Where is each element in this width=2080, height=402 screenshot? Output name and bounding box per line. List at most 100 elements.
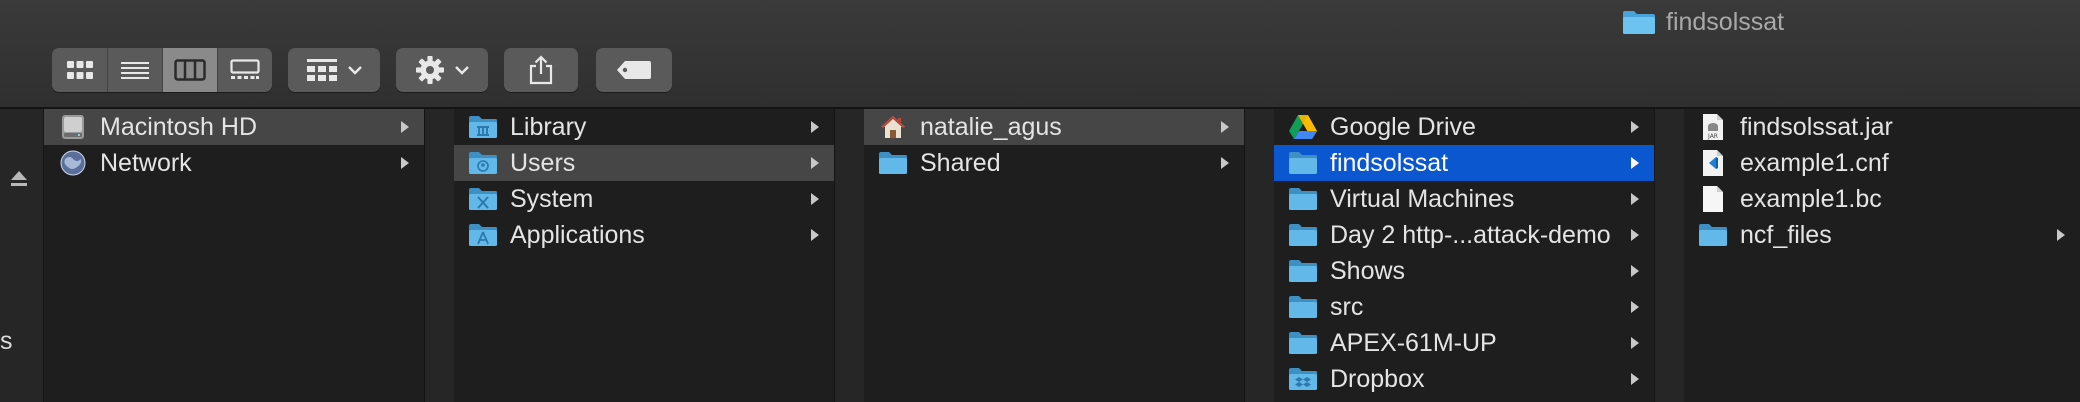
list-item-label: Shared bbox=[920, 148, 1001, 177]
chevron-right-icon bbox=[398, 120, 412, 134]
list-item[interactable]: JAR findsolssat.jar bbox=[1684, 109, 2080, 145]
list-item-label: ncf_files bbox=[1740, 220, 1832, 249]
folder-icon bbox=[1288, 222, 1318, 248]
column-users: natalie_agus Shared bbox=[864, 109, 1244, 402]
list-item[interactable]: Shows bbox=[1274, 253, 1654, 289]
group-icon bbox=[307, 59, 337, 81]
column-divider[interactable] bbox=[1654, 109, 1686, 402]
group-button[interactable] bbox=[288, 48, 380, 92]
chevron-down-icon bbox=[348, 66, 362, 75]
list-item-label: Network bbox=[100, 148, 192, 177]
list-item-label: natalie_agus bbox=[920, 112, 1062, 141]
dropbox-folder-icon bbox=[1288, 366, 1318, 392]
sidebar: s bbox=[0, 109, 44, 402]
folder-icon bbox=[1288, 294, 1318, 320]
list-item[interactable]: Virtual Machines bbox=[1274, 181, 1654, 217]
users-folder-icon bbox=[468, 150, 498, 176]
column-view-icon bbox=[173, 59, 206, 81]
vscode-file-icon bbox=[1698, 150, 1728, 176]
list-item-label: example1.cnf bbox=[1740, 148, 1889, 177]
chevron-right-icon bbox=[1628, 192, 1642, 206]
chevron-right-icon bbox=[808, 228, 822, 242]
list-view-icon bbox=[120, 62, 149, 79]
eject-icon[interactable] bbox=[10, 169, 28, 189]
column-browser: s Macintosh HD Network Library Users Sys… bbox=[0, 109, 2080, 402]
system-folder-icon bbox=[468, 186, 498, 212]
gallery-view-icon bbox=[229, 59, 260, 79]
chevron-right-icon bbox=[808, 156, 822, 170]
list-item[interactable]: Network bbox=[44, 145, 424, 181]
list-item[interactable]: example1.bc bbox=[1684, 181, 2080, 217]
list-item-label: APEX-61M-UP bbox=[1330, 328, 1497, 357]
list-item-label: Virtual Machines bbox=[1330, 184, 1515, 213]
list-item[interactable]: natalie_agus bbox=[864, 109, 1244, 145]
list-item[interactable]: Shared bbox=[864, 145, 1244, 181]
list-item[interactable]: findsolssat bbox=[1274, 145, 1654, 181]
list-item[interactable]: Library bbox=[454, 109, 834, 145]
list-item[interactable]: ncf_files bbox=[1684, 217, 2080, 253]
list-item[interactable]: APEX-61M-UP bbox=[1274, 325, 1654, 361]
google-drive-icon bbox=[1288, 114, 1318, 140]
share-button[interactable] bbox=[504, 48, 578, 92]
svg-text:JAR: JAR bbox=[1707, 133, 1718, 140]
gallery-view-button[interactable] bbox=[218, 48, 272, 92]
chevron-right-icon bbox=[808, 120, 822, 134]
tag-icon bbox=[617, 61, 651, 79]
chevron-right-icon bbox=[398, 156, 412, 170]
column-view-button[interactable] bbox=[162, 48, 218, 92]
list-item[interactable]: src bbox=[1274, 289, 1654, 325]
chevron-right-icon bbox=[1628, 156, 1642, 170]
list-item-label: Applications bbox=[510, 220, 645, 249]
list-item[interactable]: Google Drive bbox=[1274, 109, 1654, 145]
chevron-right-icon bbox=[1628, 228, 1642, 242]
chevron-right-icon bbox=[1628, 120, 1642, 134]
column-home: Google Drive findsolssat Virtual Machine… bbox=[1274, 109, 1654, 402]
list-item-label: src bbox=[1330, 292, 1364, 321]
share-icon bbox=[529, 55, 553, 85]
document-icon bbox=[1698, 186, 1728, 212]
chevron-right-icon bbox=[1218, 156, 1232, 170]
list-item[interactable]: Day 2 http-...attack-demo bbox=[1274, 217, 1654, 253]
home-icon bbox=[878, 114, 908, 140]
chevron-right-icon bbox=[1628, 300, 1642, 314]
chevron-right-icon bbox=[808, 192, 822, 206]
list-item-label: findsolssat.jar bbox=[1740, 112, 1893, 141]
list-item-label: System bbox=[510, 184, 594, 213]
window-title-text: findsolssat bbox=[1666, 7, 1785, 36]
column-divider[interactable] bbox=[834, 109, 866, 402]
list-item-label: Day 2 http-...attack-demo bbox=[1330, 220, 1611, 249]
column-divider[interactable] bbox=[1244, 109, 1276, 402]
folder-icon bbox=[1288, 186, 1318, 212]
list-view-button[interactable] bbox=[108, 48, 163, 92]
folder-icon bbox=[1623, 11, 1655, 34]
list-item-label: example1.bc bbox=[1740, 184, 1882, 213]
list-item[interactable]: Macintosh HD bbox=[44, 109, 424, 145]
list-item[interactable]: example1.cnf bbox=[1684, 145, 2080, 181]
folder-icon bbox=[1288, 258, 1318, 284]
library-folder-icon bbox=[468, 114, 498, 140]
icon-view-button[interactable] bbox=[53, 48, 108, 92]
folder-icon bbox=[1288, 330, 1318, 356]
column-divider[interactable] bbox=[424, 109, 456, 402]
list-item[interactable]: Dropbox bbox=[1274, 361, 1654, 397]
jar-file-icon: JAR bbox=[1698, 114, 1728, 140]
list-item-label: Dropbox bbox=[1330, 364, 1425, 393]
folder-icon bbox=[878, 150, 908, 176]
hard-drive-icon bbox=[58, 114, 88, 140]
chevron-right-icon bbox=[1628, 264, 1642, 278]
list-item[interactable]: Users bbox=[454, 145, 834, 181]
chevron-down-icon bbox=[455, 66, 469, 75]
action-button[interactable] bbox=[396, 48, 488, 92]
list-item[interactable]: System bbox=[454, 181, 834, 217]
list-item-label: Shows bbox=[1330, 256, 1406, 285]
folder-icon bbox=[1288, 150, 1318, 176]
list-item-label: Google Drive bbox=[1330, 112, 1476, 141]
tag-button[interactable] bbox=[596, 48, 672, 92]
gear-icon bbox=[416, 56, 444, 84]
view-switcher bbox=[52, 48, 272, 92]
chevron-right-icon bbox=[1628, 372, 1642, 386]
list-item-label: Users bbox=[510, 148, 576, 177]
list-item-label: Macintosh HD bbox=[100, 112, 257, 141]
window-title: findsolssat bbox=[1622, 4, 1784, 40]
list-item[interactable]: Applications bbox=[454, 217, 834, 253]
